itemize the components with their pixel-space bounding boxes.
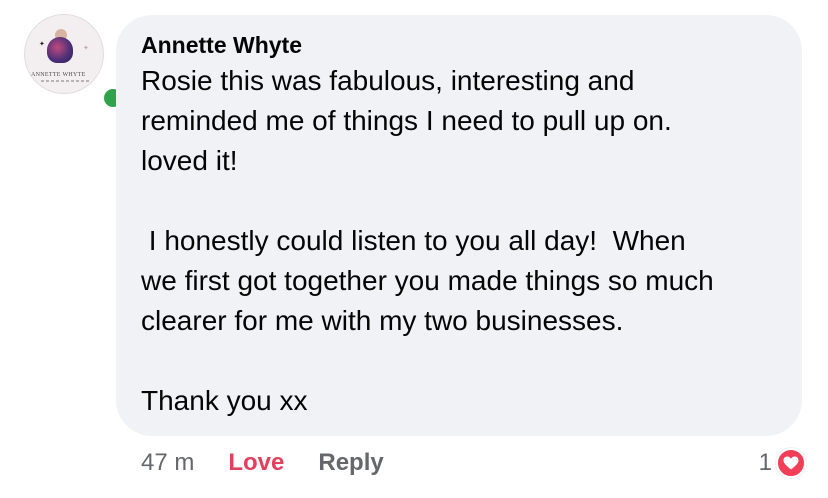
- comment-line: Rosie this was fabulous, interesting and: [141, 65, 635, 96]
- comment-body: Rosie this was fabulous, interesting and…: [141, 61, 782, 421]
- reaction-summary[interactable]: 1: [759, 446, 806, 480]
- comment-author-name[interactable]: Annette Whyte: [141, 31, 782, 59]
- comment-line: reminded me of things I need to pull up …: [141, 105, 672, 136]
- avatar[interactable]: ✦ ✦ ANNETTE WHYTE: [24, 14, 104, 94]
- comment-bubble: Annette Whyte Rosie this was fabulous, i…: [116, 15, 802, 436]
- avatar-logo-text: ANNETTE WHYTE: [31, 72, 86, 78]
- avatar-logo-subtext: [41, 80, 91, 82]
- comment-actions: 47 m Love Reply: [141, 446, 384, 480]
- reaction-count: 1: [758, 449, 772, 476]
- sparkle-icon: ✦: [83, 45, 89, 52]
- reply-button[interactable]: Reply: [318, 446, 383, 480]
- avatar-portrait: [47, 37, 73, 63]
- comment-line: clearer for me with my two businesses.: [141, 305, 624, 336]
- heart-icon: [776, 448, 806, 478]
- love-reaction-button[interactable]: Love: [228, 446, 284, 480]
- comment-timestamp[interactable]: 47 m: [141, 446, 194, 480]
- comment-line: loved it!: [141, 145, 238, 176]
- sparkle-icon: ✦: [39, 41, 45, 48]
- comment-line: I honestly could listen to you all day! …: [141, 225, 686, 256]
- comment-line: we first got together you made things so…: [141, 265, 714, 296]
- comment-line: Thank you xx: [141, 385, 308, 416]
- avatar-container[interactable]: ✦ ✦ ANNETTE WHYTE: [24, 14, 125, 110]
